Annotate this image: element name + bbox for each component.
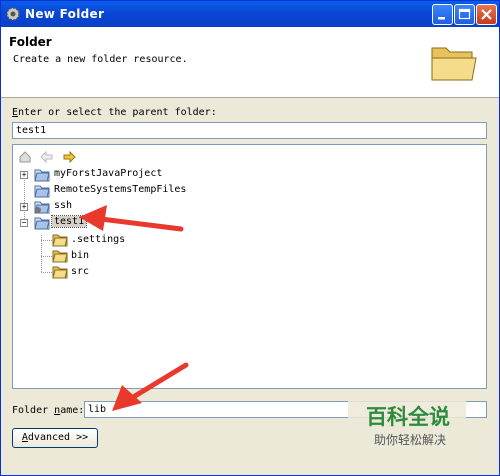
- tree-item[interactable]: + ssh: [13, 199, 483, 215]
- tree-item-label: myForstJavaProject: [54, 168, 163, 179]
- tree-item-label: .settings: [71, 234, 126, 245]
- tree-item-label: test1: [50, 215, 88, 228]
- folder-large-icon: [431, 47, 477, 81]
- parent-folder-label: Enter or select the parent folder:: [12, 107, 217, 118]
- folder-icon: [52, 234, 68, 247]
- watermark-subtitle: 助你轻松解决: [374, 433, 447, 447]
- project-icon: [34, 201, 50, 214]
- gear-icon: [6, 7, 20, 21]
- tree-child-item[interactable]: src: [13, 265, 483, 281]
- close-button[interactable]: [476, 4, 497, 25]
- tree-child-item[interactable]: bin: [13, 249, 483, 265]
- folder-icon: [52, 266, 68, 279]
- window-title: New Folder: [25, 7, 105, 21]
- folder-tree[interactable]: + myForstJavaProject RemoteSystemsTempFi…: [12, 144, 487, 389]
- back-icon[interactable]: [40, 150, 54, 164]
- minimize-icon: [438, 17, 445, 20]
- project-icon: [34, 185, 50, 198]
- tree-item-label: src: [71, 266, 90, 277]
- close-icon: [481, 9, 492, 20]
- title-bar: New Folder: [1, 1, 499, 27]
- watermark: 百科全说 助你轻松解决: [348, 396, 466, 454]
- wizard-header: Folder Create a new folder resource.: [1, 27, 499, 98]
- tree-child-item[interactable]: .settings: [13, 233, 483, 249]
- tree-item-selected[interactable]: − test1: [13, 215, 483, 231]
- header-description: Create a new folder resource.: [13, 54, 188, 65]
- forward-icon[interactable]: [62, 150, 76, 164]
- folder-name-label: Folder name:: [12, 405, 85, 416]
- tree-item-label: ssh: [54, 200, 73, 211]
- expand-toggle[interactable]: +: [20, 203, 28, 211]
- expand-toggle[interactable]: +: [20, 171, 28, 179]
- header-title: Folder: [9, 35, 52, 49]
- project-icon: [34, 217, 50, 230]
- maximize-button[interactable]: [454, 4, 475, 25]
- parent-folder-input[interactable]: test1: [12, 122, 487, 139]
- folder-icon: [52, 250, 68, 263]
- home-icon[interactable]: [18, 150, 32, 164]
- advanced-button[interactable]: Advanced >>: [12, 428, 98, 448]
- tree-item-label: bin: [71, 250, 90, 261]
- tree-item-label: RemoteSystemsTempFiles: [54, 184, 187, 195]
- tree-item[interactable]: + myForstJavaProject: [13, 167, 483, 183]
- tree-item[interactable]: RemoteSystemsTempFiles: [13, 183, 483, 199]
- watermark-title: 百科全说: [366, 405, 450, 429]
- maximize-icon: [458, 8, 471, 20]
- new-folder-dialog: New Folder Folder Create a new folder re…: [0, 0, 500, 476]
- minimize-button[interactable]: [432, 4, 453, 25]
- project-icon: [34, 169, 50, 182]
- collapse-toggle[interactable]: −: [20, 219, 28, 227]
